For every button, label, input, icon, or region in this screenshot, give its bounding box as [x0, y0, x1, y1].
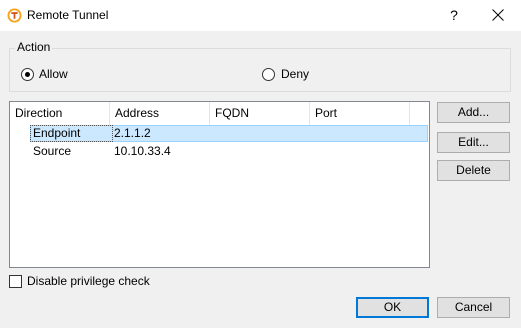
disable-privilege-check-label[interactable]: Disable privilege check: [27, 274, 150, 289]
allow-radio-label[interactable]: Allow: [39, 67, 68, 82]
ok-button[interactable]: OK: [356, 297, 429, 318]
table-row[interactable]: Source 10.10.33.4: [10, 143, 429, 160]
table-row[interactable]: Endpoint 2.1.1.2: [10, 125, 429, 142]
cell-direction: Endpoint: [33, 126, 81, 140]
help-button[interactable]: ?: [436, 0, 472, 31]
column-header-port[interactable]: Port: [310, 102, 410, 125]
remote-tunnel-dialog: Remote Tunnel ? Action Allow Deny Direct…: [0, 0, 521, 328]
delete-button[interactable]: Delete: [437, 160, 510, 181]
tunnel-endpoints-list[interactable]: Direction Address FQDN Port Endpoint 2.1…: [9, 101, 430, 268]
column-header-address[interactable]: Address: [110, 102, 210, 125]
cancel-button[interactable]: Cancel: [437, 297, 510, 318]
cell-address: 2.1.1.2: [114, 126, 151, 140]
list-header: Direction Address FQDN Port: [10, 102, 429, 125]
radio-selected-dot: [25, 72, 30, 77]
action-group-legend: Action: [15, 40, 53, 55]
title-bar: Remote Tunnel ?: [0, 0, 521, 31]
app-logo-icon: [7, 8, 22, 23]
column-header-direction[interactable]: Direction: [10, 102, 110, 125]
deny-radio-label[interactable]: Deny: [281, 67, 309, 82]
window-title: Remote Tunnel: [27, 8, 109, 22]
deny-radio[interactable]: [262, 68, 275, 81]
add-button[interactable]: Add...: [437, 102, 510, 123]
cell-address: 10.10.33.4: [114, 144, 171, 158]
column-header-fqdn[interactable]: FQDN: [210, 102, 310, 125]
allow-radio[interactable]: [21, 68, 34, 81]
disable-privilege-check-checkbox[interactable]: [9, 275, 22, 288]
action-group: [9, 48, 511, 92]
close-icon: [492, 9, 504, 21]
close-button[interactable]: [480, 0, 516, 31]
edit-button[interactable]: Edit...: [437, 132, 510, 153]
cell-direction: Source: [33, 144, 72, 158]
